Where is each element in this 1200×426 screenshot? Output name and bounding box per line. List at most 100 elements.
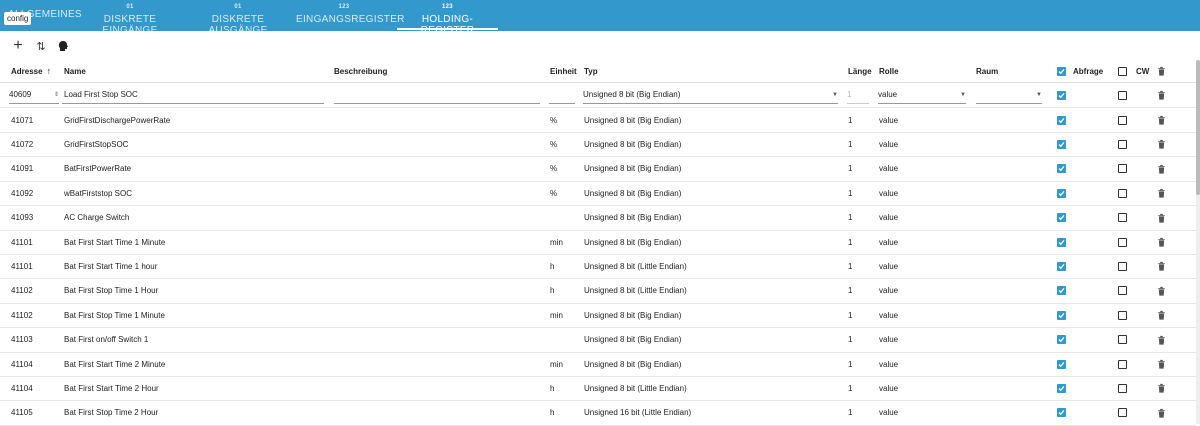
type-select[interactable]: Unsigned 8 bit (Big Endian) ▼: [583, 83, 838, 107]
tab-discrete-outputs[interactable]: 01 DISKRETE AUSGÄNGE: [186, 0, 290, 36]
poll-checkbox[interactable]: [1057, 352, 1066, 376]
table-row[interactable]: 41104 Bat First Start Time 2 Minute min Uns…: [0, 352, 1196, 377]
cw-checkbox[interactable]: [1118, 401, 1127, 425]
address-value: 40609: [9, 90, 32, 99]
table-row[interactable]: 41101 Bat First Start Time 1 hour h Unsigne…: [0, 254, 1196, 280]
unit-input[interactable]: [549, 83, 575, 107]
type-cell: Unsigned 8 bit (Little Endian): [584, 286, 687, 296]
poll-checkbox[interactable]: [1057, 206, 1066, 230]
dropdown-arrow-icon: ▼: [832, 91, 838, 98]
delete-row-button[interactable]: [1157, 181, 1166, 205]
description-input[interactable]: [334, 83, 540, 107]
cw-checkbox[interactable]: [1118, 83, 1127, 107]
poll-checkbox[interactable]: [1057, 279, 1066, 303]
poll-checkbox[interactable]: [1057, 132, 1066, 156]
table-row[interactable]: 41105 Bat First Stop Time 2 Hour h Unsigned…: [0, 401, 1196, 426]
delete-row-button[interactable]: [1157, 303, 1166, 327]
sort-arrows-icon[interactable]: ⇅: [31, 36, 51, 56]
delete-row-button[interactable]: [1157, 328, 1166, 352]
tab-input-registers[interactable]: 123 EINGANGSREGISTER: [296, 0, 404, 31]
name-cell: wBatFirststop SOC: [64, 188, 133, 198]
poll-checkbox[interactable]: [1057, 157, 1066, 181]
poll-checkbox[interactable]: [1057, 254, 1066, 278]
cw-checkbox[interactable]: [1118, 181, 1127, 205]
tab-discrete-inputs[interactable]: 01 DISKRETE EINGÄNGE: [80, 0, 180, 36]
poll-checkbox[interactable]: [1057, 108, 1066, 132]
import-head-icon[interactable]: [53, 36, 73, 56]
cw-checkbox[interactable]: [1118, 230, 1127, 254]
delete-row-button[interactable]: [1157, 352, 1166, 376]
name-cell: Bat First Start Time 2 Hour: [64, 383, 159, 393]
delete-row-button[interactable]: [1157, 206, 1166, 230]
delete-row-button[interactable]: [1157, 376, 1166, 400]
cw-checkbox[interactable]: [1118, 132, 1127, 156]
delete-row-button[interactable]: [1157, 230, 1166, 254]
length-input[interactable]: 1: [847, 83, 869, 107]
delete-row-button[interactable]: [1157, 83, 1166, 107]
cw-checkbox[interactable]: [1118, 303, 1127, 327]
delete-all-button[interactable]: [1157, 60, 1166, 82]
poll-checkbox[interactable]: [1057, 83, 1066, 107]
length-cell: 1: [848, 335, 853, 345]
delete-row-button[interactable]: [1157, 132, 1166, 156]
column-header-name: Name: [64, 66, 86, 76]
delete-row-button[interactable]: [1157, 279, 1166, 303]
poll-checkbox[interactable]: [1057, 376, 1066, 400]
poll-checkbox[interactable]: [1057, 230, 1066, 254]
role-select[interactable]: value ▼: [878, 83, 966, 107]
table-row[interactable]: 41091 BatFirstPowerRate% Unsigned 8 bit (B…: [0, 157, 1196, 182]
cw-checkbox[interactable]: [1118, 376, 1127, 400]
cw-checkbox[interactable]: [1118, 254, 1127, 278]
table-row[interactable]: 41104 Bat First Start Time 2 Hour h Unsigne…: [0, 376, 1196, 402]
cw-checkbox[interactable]: [1118, 328, 1127, 352]
role-cell: value: [879, 408, 899, 418]
address-cell: 41072: [11, 139, 34, 149]
cw-checkbox[interactable]: [1118, 279, 1127, 303]
poll-checkbox[interactable]: [1057, 401, 1066, 425]
role-cell: value: [879, 335, 899, 345]
table-row[interactable]: 41071 GridFirstDischargePowerRate% Unsigne…: [0, 108, 1196, 133]
trash-icon: [1158, 164, 1165, 174]
delete-row-button[interactable]: [1157, 157, 1166, 181]
poll-checkbox[interactable]: [1057, 181, 1066, 205]
poll-all-checkbox[interactable]: Abfrage: [1057, 60, 1103, 82]
address-cell: 41093: [11, 213, 34, 223]
delete-row-button[interactable]: [1157, 401, 1166, 425]
table-row[interactable]: 41093 AC Charge Switch Unsigned 8 bit (Big…: [0, 206, 1196, 231]
checkbox-checked-icon: [1057, 213, 1066, 223]
address-stepper[interactable]: 40609 ⇕: [9, 83, 59, 107]
role-cell: value: [879, 383, 899, 393]
table-row[interactable]: 41072 GridFirstStopSOC% Unsigned 8 bit (Bi…: [0, 132, 1196, 158]
table-row[interactable]: 41103 Bat First on/off Switch 1 Unsigned 8…: [0, 328, 1196, 353]
cw-checkbox[interactable]: [1118, 352, 1127, 376]
delete-row-button[interactable]: [1157, 108, 1166, 132]
room-select[interactable]: ▼: [976, 83, 1042, 107]
cw-checkbox[interactable]: [1118, 157, 1127, 181]
length-cell: 1: [848, 237, 853, 247]
trash-icon: [1158, 384, 1165, 393]
role-value: value: [878, 90, 898, 99]
scrollbar-thumb[interactable]: [1196, 60, 1200, 195]
tab-holding-registers[interactable]: 123 HOLDING-REGISTER: [397, 0, 498, 36]
poll-checkbox[interactable]: [1057, 328, 1066, 352]
table-row[interactable]: 41102 Bat First Stop Time 1 Minute min Unsi…: [0, 303, 1196, 329]
name-cell: Bat First Start Time 1 Minute: [64, 237, 166, 247]
cw-all-checkbox[interactable]: CW: [1118, 60, 1149, 82]
table-row[interactable]: 41101 Bat First Start Time 1 Minute min Uns…: [0, 230, 1196, 255]
poll-checkbox[interactable]: [1057, 303, 1066, 327]
column-header-address[interactable]: Adresse ↑: [11, 60, 51, 82]
name-input[interactable]: Load First Stop SOC: [62, 83, 324, 107]
trash-icon: [1158, 286, 1165, 296]
trash-icon: [1158, 189, 1165, 198]
checkbox-checked-icon: [1057, 115, 1066, 125]
active-tab-indicator: [397, 28, 498, 30]
checkbox-unchecked-icon: [1118, 286, 1127, 296]
add-icon[interactable]: +: [8, 36, 28, 56]
delete-row-button[interactable]: [1157, 254, 1166, 278]
cw-checkbox[interactable]: [1118, 206, 1127, 230]
table-row[interactable]: 41092 wBatFirststop SOC% Unsigned 8 bit (B…: [0, 181, 1196, 207]
cw-checkbox[interactable]: [1118, 108, 1127, 132]
table-row[interactable]: 41102 Bat First Stop Time 1 Hour h Unsigned…: [0, 279, 1196, 304]
config-tooltip: config: [4, 12, 32, 25]
unit-cell: %: [550, 164, 558, 174]
